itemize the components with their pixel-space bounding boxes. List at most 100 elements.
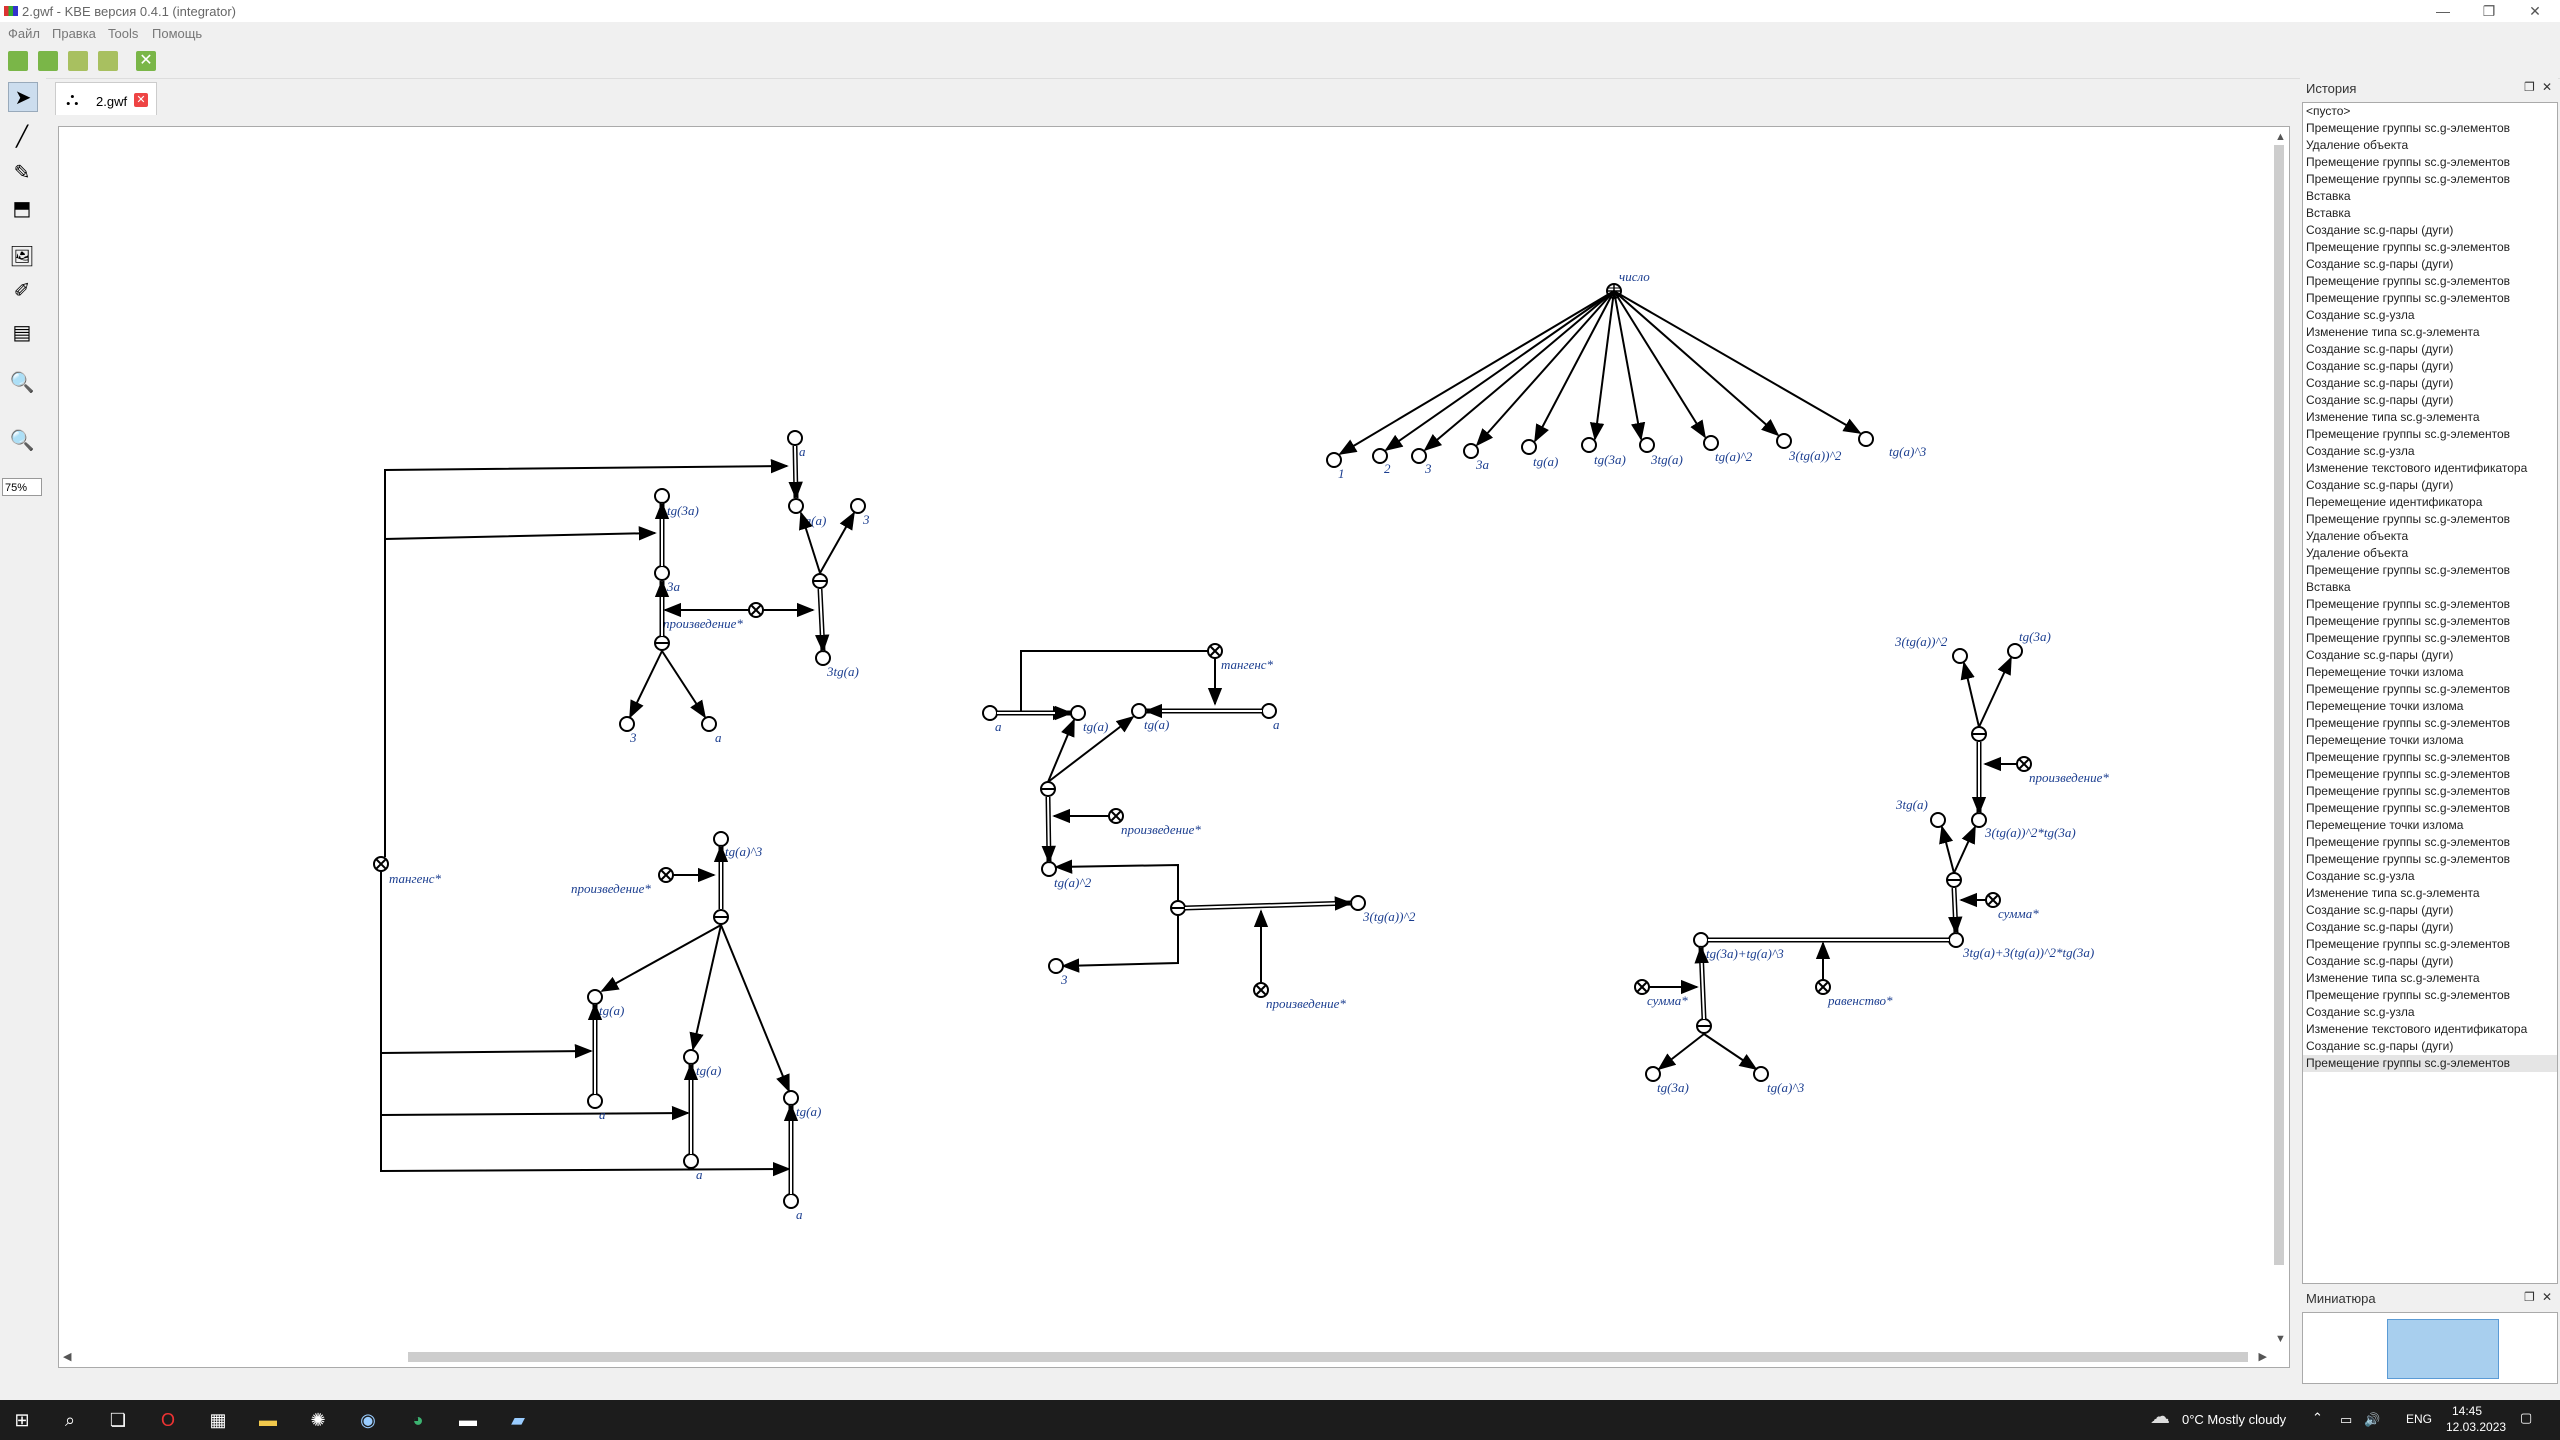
history-item[interactable]: Создание sc.g-пары (дуги) [2303,477,2557,494]
history-item[interactable]: Создание sc.g-пары (дуги) [2303,647,2557,664]
menu-help[interactable]: Помощь [152,26,202,41]
zoom-in-icon[interactable]: 🔍 [8,368,36,396]
edge-icon[interactable]: ◕ [406,1408,430,1432]
scroll-right-icon[interactable]: ▶ [2259,1350,2267,1363]
tray-chevron-icon[interactable]: ⌃ [2312,1410,2323,1426]
history-item[interactable]: Премещение группы sc.g-элементов [2303,1055,2557,1072]
history-item[interactable]: Перемещение точки излома [2303,698,2557,715]
history-item[interactable]: Создание sc.g-узла [2303,443,2557,460]
graph-canvas[interactable]: число 1 2 3 3a tg(a) tg(3a) 3tg(a) tg(a)^2 3(tg(a… [58,126,2290,1368]
network-icon[interactable]: ▭ [2340,1412,2352,1428]
history-item[interactable]: Премещение группы sc.g-элементов [2303,290,2557,307]
sc-arc[interactable] [384,458,789,857]
sc-arc[interactable] [1978,656,2012,728]
history-item[interactable]: Создание sc.g-пары (дуги) [2303,358,2557,375]
kbe-icon[interactable]: ▬ [456,1408,480,1432]
pair-mode-icon[interactable]: ╱ [8,122,36,150]
menu-tools[interactable]: Tools [108,26,138,41]
history-item[interactable]: Изменение типа sc.g-элемента [2303,409,2557,426]
sc-node[interactable] [1350,895,1366,911]
app-icon[interactable]: ✺ [306,1408,330,1432]
float-panel-icon[interactable]: ❐ [2524,1290,2535,1304]
history-item[interactable]: Премещение группы sc.g-элементов [2303,562,2557,579]
history-item[interactable]: Вставка [2303,188,2557,205]
history-item[interactable]: Премещение группы sc.g-элементов [2303,834,2557,851]
sc-arc[interactable] [1613,290,1862,434]
history-item[interactable]: Премещение группы sc.g-элементов [2303,596,2557,613]
history-item[interactable]: Создание sc.g-узла [2303,868,2557,885]
sc-node[interactable] [1411,448,1427,464]
double-arc-inner[interactable] [794,445,797,499]
task-view-icon[interactable]: ❏ [106,1408,130,1432]
export-image-icon[interactable]: 🖼 [8,242,36,270]
history-item[interactable]: Премещение группы sc.g-элементов [2303,154,2557,171]
sc-node[interactable] [1041,861,1057,877]
history-item[interactable]: Изменение текстового идентификатора [2303,1021,2557,1038]
volume-icon[interactable]: 🔊 [2364,1412,2380,1428]
history-item[interactable]: Премещение группы sc.g-элементов [2303,613,2557,630]
contour-mode-icon[interactable]: ⬒ [8,194,36,222]
sc-arc[interactable] [380,871,593,1059]
history-item[interactable]: Премещение группы sc.g-элементов [2303,783,2557,800]
history-item[interactable]: Премещение группы sc.g-элементов [2303,800,2557,817]
history-item[interactable]: Премещение группы sc.g-элементов [2303,766,2557,783]
scroll-up-icon[interactable]: ▲ [2275,131,2286,143]
history-item[interactable]: Премещение группы sc.g-элементов [2303,681,2557,698]
sc-arc[interactable] [1020,650,1208,721]
history-item[interactable]: Изменение текстового идентификатора [2303,460,2557,477]
sc-node[interactable] [1930,812,1946,828]
sc-node[interactable] [1693,932,1709,948]
history-item[interactable]: Создание sc.g-пары (дуги) [2303,392,2557,409]
sc-node[interactable] [1753,1066,1769,1082]
double-arc-inner[interactable] [1047,796,1050,863]
history-item[interactable]: Создание sc.g-пары (дуги) [2303,222,2557,239]
sc-node[interactable] [683,1049,699,1065]
sc-arc[interactable] [1613,290,1780,437]
sc-arc[interactable] [661,650,706,719]
sc-node[interactable] [701,716,717,732]
image-icon[interactable]: ▤ [8,318,36,346]
sc-node[interactable] [683,1153,699,1169]
save-all-icon[interactable] [98,51,118,71]
history-list[interactable]: <пусто> Премещение группы sc.g-элементов У… [2302,102,2558,1284]
close-file-icon[interactable]: ✕ [136,51,156,71]
open-folder-icon[interactable] [38,51,58,71]
clock-date[interactable]: 12.03.2023 [2446,1420,2506,1434]
menu-file[interactable]: Файл [8,26,40,41]
sc-arc[interactable] [1939,825,1955,874]
history-item[interactable]: Создание sc.g-узла [2303,1004,2557,1021]
history-item[interactable]: Создание sc.g-узла [2303,307,2557,324]
sc-node[interactable] [1463,443,1479,459]
history-item[interactable]: Изменение типа sc.g-элемента [2303,970,2557,987]
calculator-icon[interactable]: ▦ [206,1408,230,1432]
history-item[interactable]: Удаление объекта [2303,528,2557,545]
minimap-view[interactable] [2302,1312,2558,1384]
weather-text[interactable]: 0°C Mostly cloudy [2182,1412,2286,1427]
sc-node[interactable] [1326,452,1342,468]
sc-arc[interactable] [1384,290,1615,452]
history-item[interactable]: Перемещение точки излома [2303,732,2557,749]
sc-node[interactable] [587,989,603,1005]
sc-arc[interactable] [629,650,663,719]
sc-arc[interactable] [689,924,722,1051]
sc-node[interactable] [787,430,803,446]
zoom-select[interactable]: 75% [2,478,42,496]
zoom-out-icon[interactable]: 🔍 [8,426,36,454]
history-item[interactable]: Создание sc.g-пары (дуги) [2303,256,2557,273]
sc-node[interactable] [1581,437,1597,453]
sc-graph[interactable]: число1 2 3 3a tg(a) tg(3a) 3tg(a) tg(a)^2 3(tg(a… [59,127,2267,1345]
history-item[interactable]: Премещение группы sc.g-элементов [2303,273,2557,290]
sc-node[interactable] [783,1193,799,1209]
history-item[interactable]: Создание sc.g-пары (дуги) [2303,919,2557,936]
close-tab-icon[interactable]: ✕ [134,93,148,107]
sc-node[interactable] [783,1090,799,1106]
sc-node[interactable] [1948,932,1964,948]
history-item[interactable]: Премещение группы sc.g-элементов [2303,987,2557,1004]
vertical-scroll-thumb[interactable] [2274,145,2284,1265]
vertical-scrollbar[interactable]: ▲ ▼ [2271,131,2287,1345]
file-explorer-icon[interactable]: ▬ [256,1408,280,1432]
edit-icon[interactable]: ✐ [8,276,36,304]
history-item[interactable]: Создание sc.g-пары (дуги) [2303,341,2557,358]
sc-arc[interactable] [384,526,657,857]
history-item[interactable]: Вставка [2303,205,2557,222]
